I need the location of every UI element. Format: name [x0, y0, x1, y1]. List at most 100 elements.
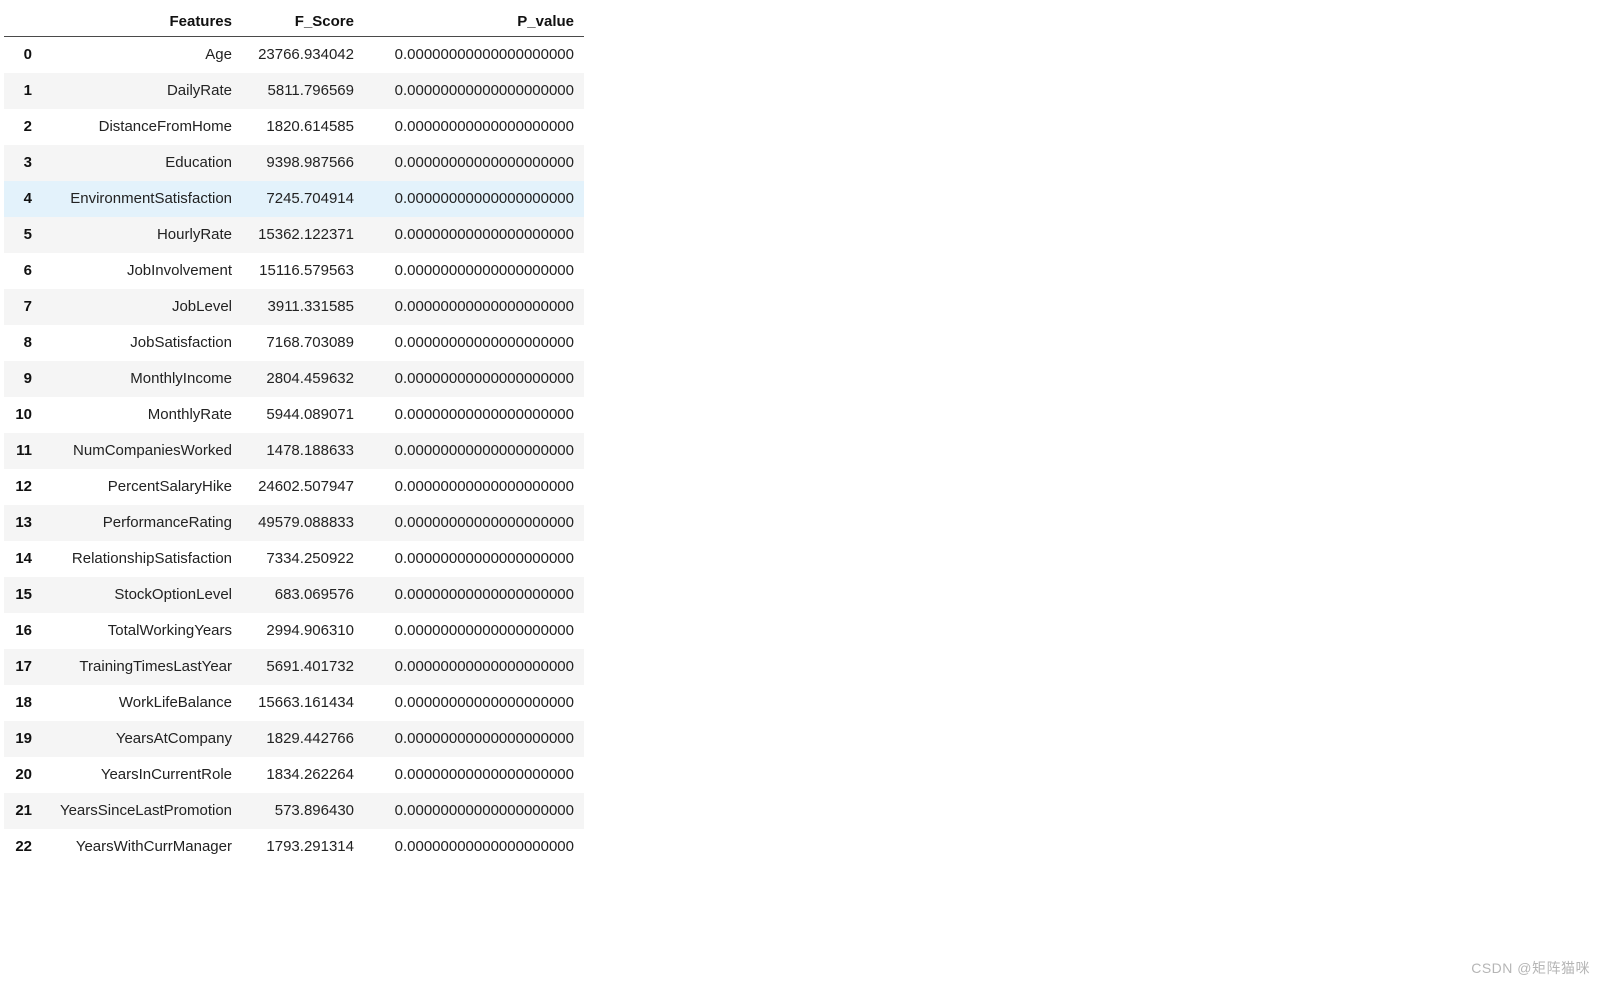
- cell-pvalue: 0.00000000000000000000: [364, 361, 584, 397]
- watermark-text: CSDN @矩阵猫咪: [1471, 958, 1590, 978]
- row-index: 17: [4, 649, 42, 685]
- cell-fscore: 3911.331585: [242, 289, 364, 325]
- table-row: 20YearsInCurrentRole1834.2622640.0000000…: [4, 757, 584, 793]
- cell-feature: TrainingTimesLastYear: [42, 649, 242, 685]
- row-index: 5: [4, 217, 42, 253]
- col-header-fscore: F_Score: [242, 6, 364, 37]
- cell-fscore: 7334.250922: [242, 541, 364, 577]
- cell-pvalue: 0.00000000000000000000: [364, 613, 584, 649]
- cell-feature: JobLevel: [42, 289, 242, 325]
- table-row: 12PercentSalaryHike24602.5079470.0000000…: [4, 469, 584, 505]
- cell-pvalue: 0.00000000000000000000: [364, 433, 584, 469]
- row-index: 0: [4, 37, 42, 73]
- row-index: 16: [4, 613, 42, 649]
- cell-feature: YearsSinceLastPromotion: [42, 793, 242, 829]
- cell-fscore: 683.069576: [242, 577, 364, 613]
- table-row: 2DistanceFromHome1820.6145850.0000000000…: [4, 109, 584, 145]
- cell-fscore: 7168.703089: [242, 325, 364, 361]
- col-header-index: [4, 6, 42, 37]
- table-row: 17TrainingTimesLastYear5691.4017320.0000…: [4, 649, 584, 685]
- table-row: 15StockOptionLevel683.0695760.0000000000…: [4, 577, 584, 613]
- dataframe-table: Features F_Score P_value 0Age23766.93404…: [4, 6, 584, 865]
- cell-feature: DistanceFromHome: [42, 109, 242, 145]
- cell-fscore: 1829.442766: [242, 721, 364, 757]
- row-index: 4: [4, 181, 42, 217]
- cell-pvalue: 0.00000000000000000000: [364, 541, 584, 577]
- cell-pvalue: 0.00000000000000000000: [364, 325, 584, 361]
- cell-fscore: 1793.291314: [242, 829, 364, 865]
- row-index: 3: [4, 145, 42, 181]
- cell-fscore: 9398.987566: [242, 145, 364, 181]
- cell-pvalue: 0.00000000000000000000: [364, 397, 584, 433]
- cell-pvalue: 0.00000000000000000000: [364, 649, 584, 685]
- cell-feature: Age: [42, 37, 242, 73]
- cell-fscore: 1478.188633: [242, 433, 364, 469]
- cell-pvalue: 0.00000000000000000000: [364, 289, 584, 325]
- table-row: 19YearsAtCompany1829.4427660.00000000000…: [4, 721, 584, 757]
- table-row: 10MonthlyRate5944.0890710.00000000000000…: [4, 397, 584, 433]
- cell-feature: HourlyRate: [42, 217, 242, 253]
- cell-fscore: 15663.161434: [242, 685, 364, 721]
- cell-fscore: 23766.934042: [242, 37, 364, 73]
- cell-feature: JobInvolvement: [42, 253, 242, 289]
- cell-fscore: 5944.089071: [242, 397, 364, 433]
- cell-fscore: 7245.704914: [242, 181, 364, 217]
- table-row: 21YearsSinceLastPromotion573.8964300.000…: [4, 793, 584, 829]
- table-row: 11NumCompaniesWorked1478.1886330.0000000…: [4, 433, 584, 469]
- col-header-features: Features: [42, 6, 242, 37]
- table-row: 14RelationshipSatisfaction7334.2509220.0…: [4, 541, 584, 577]
- row-index: 2: [4, 109, 42, 145]
- row-index: 11: [4, 433, 42, 469]
- cell-pvalue: 0.00000000000000000000: [364, 73, 584, 109]
- cell-pvalue: 0.00000000000000000000: [364, 469, 584, 505]
- row-index: 22: [4, 829, 42, 865]
- row-index: 14: [4, 541, 42, 577]
- row-index: 10: [4, 397, 42, 433]
- cell-feature: PerformanceRating: [42, 505, 242, 541]
- table-row: 0Age23766.9340420.00000000000000000000: [4, 37, 584, 73]
- cell-feature: YearsAtCompany: [42, 721, 242, 757]
- cell-fscore: 5811.796569: [242, 73, 364, 109]
- row-index: 15: [4, 577, 42, 613]
- cell-pvalue: 0.00000000000000000000: [364, 37, 584, 73]
- cell-feature: NumCompaniesWorked: [42, 433, 242, 469]
- cell-fscore: 49579.088833: [242, 505, 364, 541]
- table-row: 8JobSatisfaction7168.7030890.00000000000…: [4, 325, 584, 361]
- cell-pvalue: 0.00000000000000000000: [364, 793, 584, 829]
- table-row: 1DailyRate5811.7965690.00000000000000000…: [4, 73, 584, 109]
- cell-feature: EnvironmentSatisfaction: [42, 181, 242, 217]
- cell-feature: WorkLifeBalance: [42, 685, 242, 721]
- table-row: 7JobLevel3911.3315850.000000000000000000…: [4, 289, 584, 325]
- row-index: 12: [4, 469, 42, 505]
- row-index: 19: [4, 721, 42, 757]
- col-header-pvalue: P_value: [364, 6, 584, 37]
- table-header-row: Features F_Score P_value: [4, 6, 584, 37]
- table-row: 4EnvironmentSatisfaction7245.7049140.000…: [4, 181, 584, 217]
- cell-pvalue: 0.00000000000000000000: [364, 109, 584, 145]
- table-row: 9MonthlyIncome2804.4596320.0000000000000…: [4, 361, 584, 397]
- cell-fscore: 1820.614585: [242, 109, 364, 145]
- row-index: 13: [4, 505, 42, 541]
- cell-pvalue: 0.00000000000000000000: [364, 757, 584, 793]
- row-index: 9: [4, 361, 42, 397]
- cell-feature: RelationshipSatisfaction: [42, 541, 242, 577]
- cell-fscore: 24602.507947: [242, 469, 364, 505]
- cell-feature: TotalWorkingYears: [42, 613, 242, 649]
- table-row: 22YearsWithCurrManager1793.2913140.00000…: [4, 829, 584, 865]
- cell-pvalue: 0.00000000000000000000: [364, 145, 584, 181]
- cell-pvalue: 0.00000000000000000000: [364, 829, 584, 865]
- cell-fscore: 2804.459632: [242, 361, 364, 397]
- cell-fscore: 573.896430: [242, 793, 364, 829]
- cell-fscore: 15116.579563: [242, 253, 364, 289]
- cell-feature: DailyRate: [42, 73, 242, 109]
- cell-feature: JobSatisfaction: [42, 325, 242, 361]
- cell-feature: MonthlyRate: [42, 397, 242, 433]
- table-row: 18WorkLifeBalance15663.1614340.000000000…: [4, 685, 584, 721]
- table-row: 13PerformanceRating49579.0888330.0000000…: [4, 505, 584, 541]
- cell-pvalue: 0.00000000000000000000: [364, 577, 584, 613]
- row-index: 21: [4, 793, 42, 829]
- cell-feature: YearsInCurrentRole: [42, 757, 242, 793]
- cell-pvalue: 0.00000000000000000000: [364, 181, 584, 217]
- cell-pvalue: 0.00000000000000000000: [364, 253, 584, 289]
- row-index: 8: [4, 325, 42, 361]
